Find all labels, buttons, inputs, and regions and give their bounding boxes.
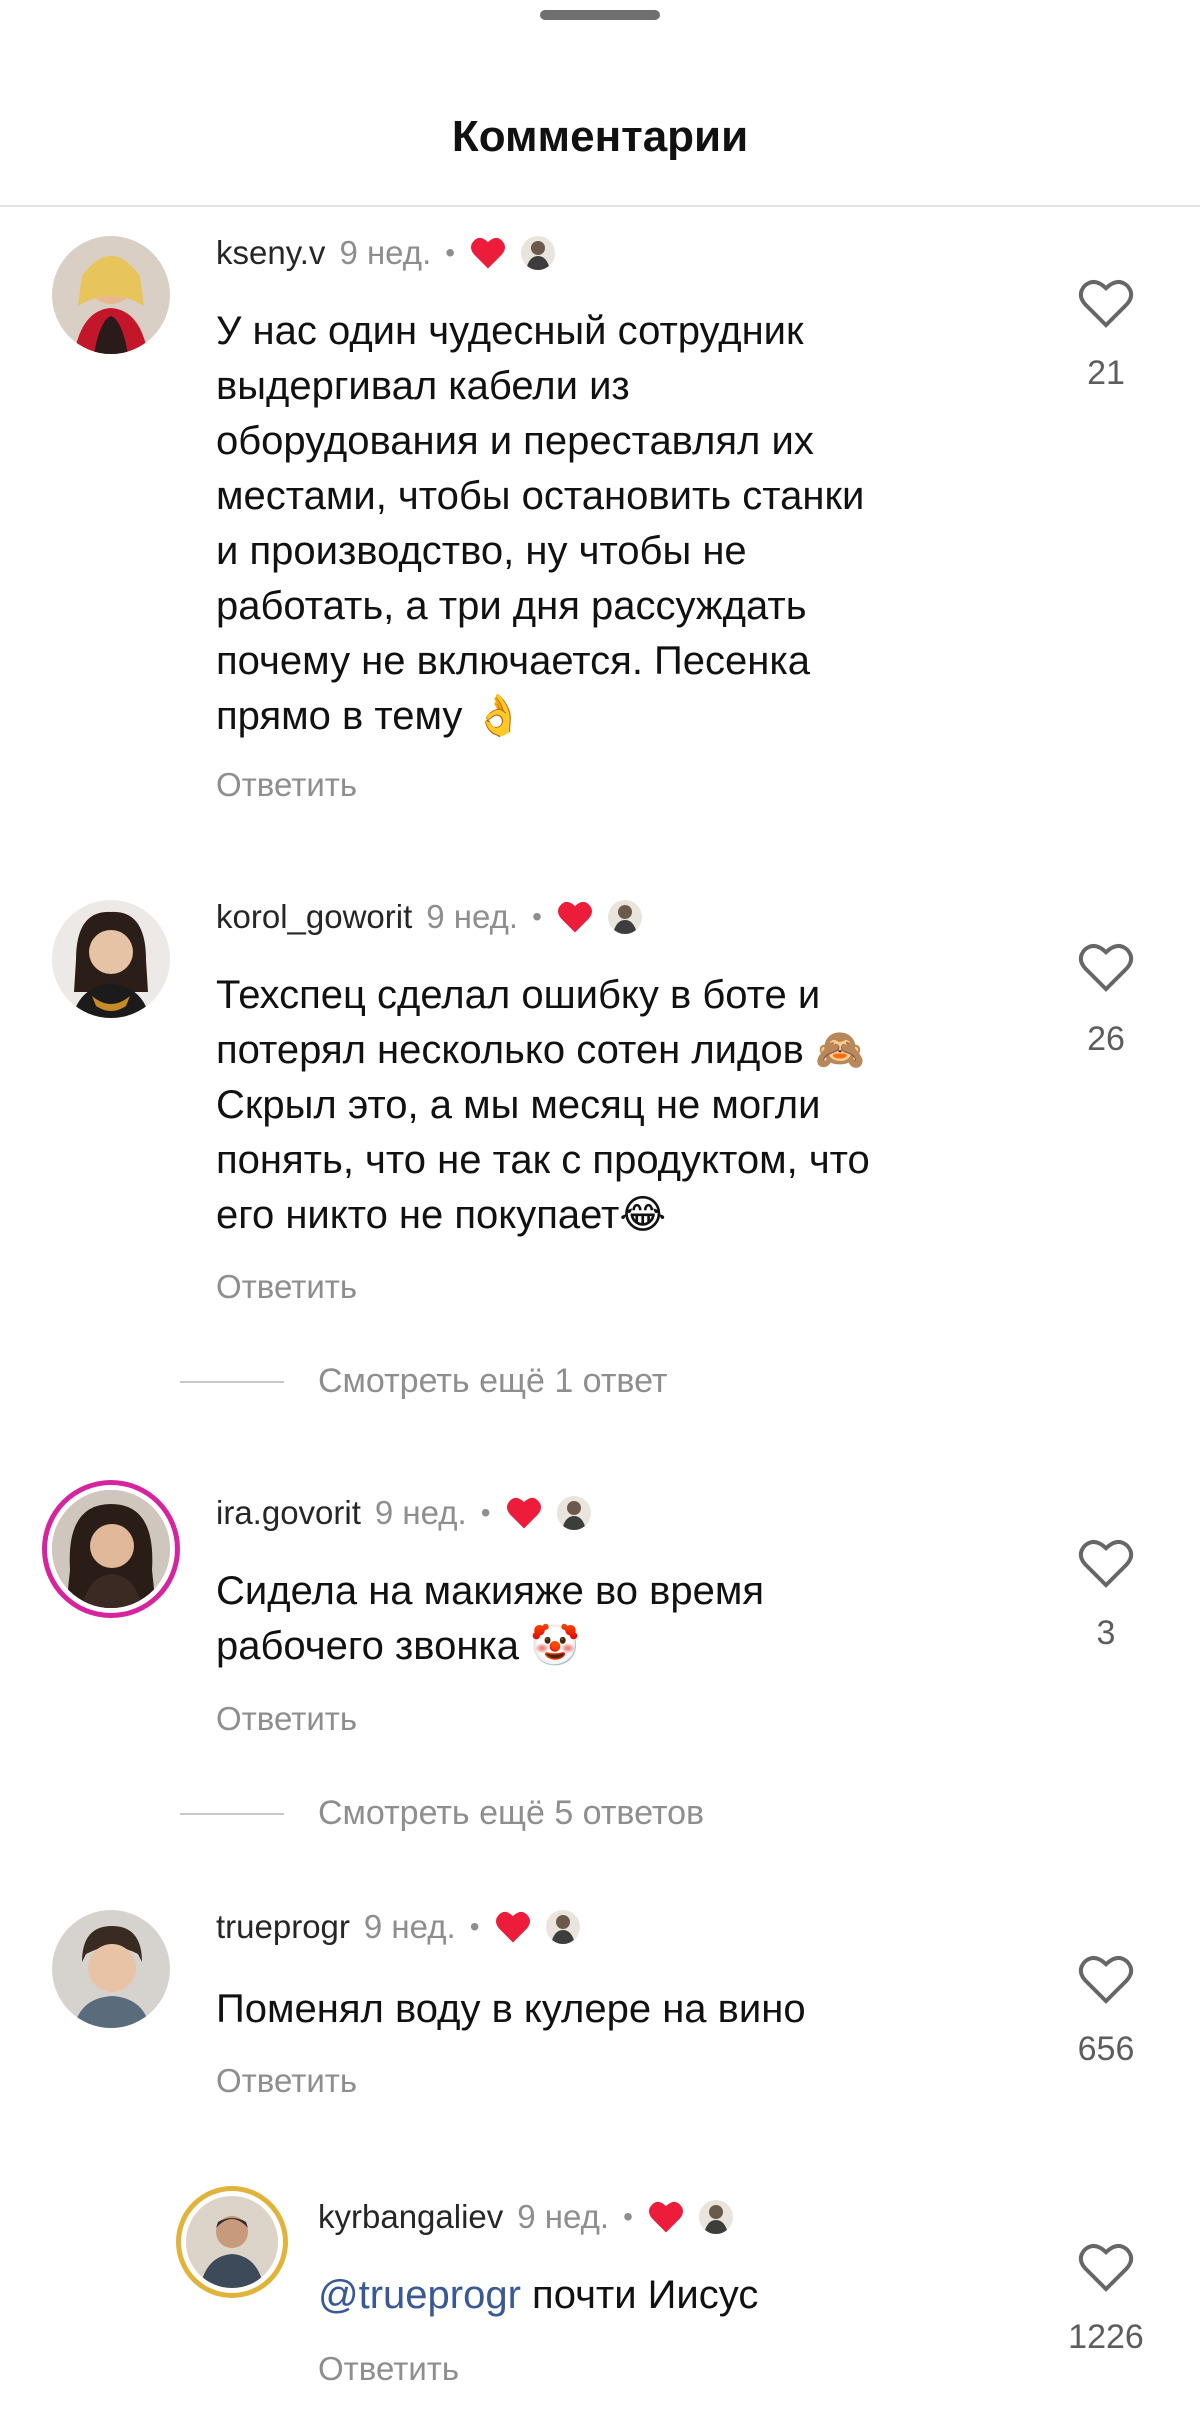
separator-dot: • — [445, 237, 456, 268]
reply-button[interactable]: Ответить — [216, 766, 357, 804]
avatar[interactable] — [52, 900, 170, 1018]
comment-username[interactable]: trueprogr — [216, 1908, 350, 1946]
avatar[interactable] — [186, 2196, 278, 2288]
heart-outline-icon[interactable] — [1076, 1536, 1136, 1590]
red-heart-icon — [648, 2201, 683, 2233]
like-count: 21 — [1087, 354, 1125, 392]
comments-sheet: Комментарии kseny.v 9 нед. • У нас один … — [0, 0, 1200, 2430]
reply-button[interactable]: Ответить — [216, 2062, 357, 2100]
view-more-line — [180, 1380, 284, 1383]
like-count: 26 — [1087, 1020, 1125, 1058]
comment-username[interactable]: ira.govorit — [216, 1494, 361, 1532]
like-count: 1226 — [1068, 2318, 1144, 2356]
comment-text: Техспец сделал ошибку в боте и потерял н… — [216, 973, 870, 1238]
red-heart-icon — [557, 901, 592, 933]
view-more-replies[interactable]: Смотреть ещё 5 ответов — [180, 1794, 704, 1833]
heart-outline-icon[interactable] — [1076, 2240, 1136, 2294]
comment-username[interactable]: kyrbangaliev — [318, 2198, 503, 2236]
separator-dot: • — [480, 1497, 491, 1528]
comment-time: 9 нед. — [363, 1908, 456, 1945]
author-avatar-icon — [698, 2200, 733, 2234]
avatar[interactable] — [52, 236, 170, 354]
view-more-line — [180, 1812, 284, 1815]
view-more-text: Смотреть ещё 1 ответ — [318, 1362, 668, 1400]
comment-text: У нас один чудесный сотрудник выдергивал… — [216, 309, 865, 739]
separator-dot: • — [532, 901, 542, 932]
avatar[interactable] — [52, 1490, 170, 1608]
comment-time: 9 нед. — [374, 1494, 467, 1531]
user-mention-link[interactable]: @trueprogr — [318, 2273, 521, 2317]
comment-text: Поменял воду в кулере на вино — [216, 1987, 806, 2031]
sheet-drag-handle[interactable] — [540, 10, 660, 20]
red-heart-icon — [506, 1497, 541, 1529]
reply-button[interactable]: Ответить — [216, 1700, 357, 1738]
author-avatar-icon — [545, 1910, 580, 1944]
reply-button[interactable]: Ответить — [318, 2350, 459, 2388]
heart-outline-icon[interactable] — [1076, 276, 1136, 330]
author-avatar-icon — [607, 900, 642, 934]
author-avatar-icon — [556, 1496, 591, 1530]
comment-time: 9 нед. — [339, 234, 432, 271]
red-heart-icon — [495, 1911, 530, 1943]
avatar[interactable] — [52, 1910, 170, 2028]
separator-dot: • — [623, 2201, 633, 2232]
comment-time: 9 нед. — [426, 898, 519, 935]
author-avatar-icon — [521, 236, 556, 270]
page-title: Комментарии — [451, 112, 749, 161]
red-heart-icon — [471, 237, 506, 269]
view-more-replies[interactable]: Смотреть ещё 1 ответ — [180, 1362, 667, 1401]
header-divider — [0, 205, 1200, 207]
view-more-text: Смотреть ещё 5 ответов — [318, 1794, 705, 1832]
comment-text: Сидела на макияже во время рабочего звон… — [216, 1569, 765, 1669]
like-count: 3 — [1096, 1614, 1116, 1652]
heart-outline-icon[interactable] — [1076, 1952, 1136, 2006]
reply-button[interactable]: Ответить — [216, 1268, 357, 1306]
like-count: 656 — [1077, 2030, 1135, 2068]
comment-time: 9 нед. — [517, 2198, 610, 2235]
comment-username[interactable]: kseny.v — [216, 234, 325, 272]
heart-outline-icon[interactable] — [1076, 940, 1136, 994]
comment-username[interactable]: korol_goworit — [216, 898, 412, 936]
comment-text: @trueprogr почти Иисус — [318, 2273, 759, 2317]
separator-dot: • — [469, 1911, 480, 1942]
